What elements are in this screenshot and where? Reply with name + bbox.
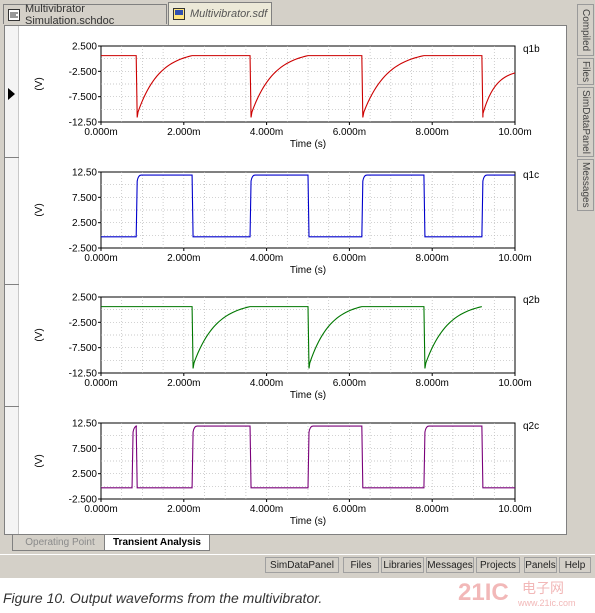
tab-sdf-label: Multivibrator.sdf xyxy=(190,8,268,20)
x-tick-label: 8.000m xyxy=(416,127,449,138)
svg-text:电子网: 电子网 xyxy=(522,581,564,597)
y-tick-label: 12.50 xyxy=(72,419,97,430)
watermark-logo: 21IC 电子网 www.21ic.com xyxy=(456,576,592,610)
series-label: q2b xyxy=(523,295,540,306)
side-tab-simdatapanel-label: SimDataPanel xyxy=(580,90,591,154)
y-tick-label: -2.500 xyxy=(69,67,98,78)
x-tick-label: 0.000m xyxy=(84,253,117,264)
y-tick-label: 7.500 xyxy=(72,193,97,204)
document-tab-bar: Multivibrator Simulation.schdoc Multivib… xyxy=(0,2,570,27)
y-tick-label: 2.500 xyxy=(72,469,97,480)
x-tick-label: 10.00m xyxy=(498,378,531,389)
x-tick-label: 0.000m xyxy=(84,127,117,138)
y-axis-unit-label: (V) xyxy=(34,77,45,90)
y-tick-label: -7.500 xyxy=(69,92,98,103)
x-tick-label: 2.000m xyxy=(167,378,200,389)
side-tab-messages-label: Messages xyxy=(580,162,591,208)
waveform-plots: 2.500-2.500-7.500-12.50(V)0.000m 2.000m 4.… xyxy=(34,42,540,528)
tab-transient-analysis-label: Transient Analysis xyxy=(113,537,201,548)
y-tick-label: -2.500 xyxy=(69,318,98,329)
x-tick-label: 10.00m xyxy=(498,253,531,264)
tab-operating-point[interactable]: Operating Point xyxy=(12,535,108,551)
series-label: q1b xyxy=(523,44,540,55)
x-tick-label: 2.000m xyxy=(167,504,200,515)
waveform-doc-icon xyxy=(173,8,185,21)
status-help-button[interactable]: Help xyxy=(559,557,591,573)
x-tick-label: 4.000m xyxy=(250,253,283,264)
x-tick-label: 8.000m xyxy=(416,253,449,264)
status-projects-label: Projects xyxy=(479,559,517,571)
y-axis-unit-label: (V) xyxy=(34,454,45,467)
side-tab-compiled[interactable]: Compiled xyxy=(577,4,594,56)
tab-operating-point-label: Operating Point xyxy=(25,537,95,548)
x-tick-label: 8.000m xyxy=(416,378,449,389)
figure-caption: Figure 10. Output waveforms from the mul… xyxy=(3,590,323,606)
application-window: Multivibrator Simulation.schdoc Multivib… xyxy=(0,0,595,578)
x-axis-label: Time (s) xyxy=(290,265,326,276)
side-tab-compiled-label: Compiled xyxy=(580,8,591,52)
analysis-tab-bar: Operating Point Transient Analysis xyxy=(4,535,567,552)
side-tab-files-label: Files xyxy=(580,60,591,83)
series-label: q1c xyxy=(523,170,539,181)
svg-text:www.21ic.com: www.21ic.com xyxy=(517,598,576,608)
svg-text:21IC: 21IC xyxy=(458,579,509,606)
x-tick-label: 2.000m xyxy=(167,127,200,138)
schematic-doc-icon xyxy=(8,8,20,21)
status-simdatapanel-label: SimDataPanel xyxy=(270,559,334,571)
status-files-button[interactable]: Files xyxy=(343,557,379,573)
y-axis-unit-label: (V) xyxy=(34,328,45,341)
x-axis-label: Time (s) xyxy=(290,139,326,150)
waveform-plot-area[interactable]: 2.500 -2.500 -7.500 -12.50 (V) 0.000m 2.000m 4.… xyxy=(4,25,567,535)
status-bar: SimDataPanel Files Libraries Messages Pr… xyxy=(0,554,595,574)
tab-schematic-label: Multivibrator Simulation.schdoc xyxy=(25,2,115,27)
x-tick-label: 6.000m xyxy=(333,253,366,264)
status-libraries-button[interactable]: Libraries xyxy=(381,557,424,573)
tab-sdf-doc[interactable]: Multivibrator.sdf xyxy=(168,2,272,25)
x-tick-label: 6.000m xyxy=(333,378,366,389)
y-tick-label: 2.500 xyxy=(72,42,97,53)
status-messages-label: Messages xyxy=(427,559,473,571)
status-projects-button[interactable]: Projects xyxy=(476,557,520,573)
status-help-label: Help xyxy=(564,559,586,571)
y-tick-label: 12.50 xyxy=(72,168,97,179)
x-tick-label: 0.000m xyxy=(84,378,117,389)
x-tick-label: 0.000m xyxy=(84,504,117,515)
x-tick-label: 6.000m xyxy=(333,504,366,515)
series-label: q2c xyxy=(523,421,539,432)
y-axis-unit-label: (V) xyxy=(34,203,45,216)
x-tick-label: 10.00m xyxy=(498,504,531,515)
tab-schematic-doc[interactable]: Multivibrator Simulation.schdoc xyxy=(3,2,167,27)
status-messages-button[interactable]: Messages xyxy=(426,557,474,573)
x-tick-label: 10.00m xyxy=(498,127,531,138)
x-tick-label: 2.000m xyxy=(167,253,200,264)
x-tick-label: 8.000m xyxy=(416,504,449,515)
status-panels-label: Panels xyxy=(525,559,556,571)
side-tab-files[interactable]: Files xyxy=(577,58,594,85)
x-tick-label: 6.000m xyxy=(333,127,366,138)
status-panels-button[interactable]: Panels xyxy=(524,557,557,573)
y-tick-label: 2.500 xyxy=(72,218,97,229)
y-tick-label: -7.500 xyxy=(69,343,98,354)
x-tick-label: 4.000m xyxy=(250,378,283,389)
status-files-label: Files xyxy=(350,559,372,571)
x-axis-label: Time (s) xyxy=(290,390,326,401)
y-tick-label: 7.500 xyxy=(72,444,97,455)
status-libraries-label: Libraries xyxy=(383,559,422,571)
x-tick-label: 4.000m xyxy=(250,504,283,515)
x-axis-label: Time (s) xyxy=(290,516,326,527)
side-tab-simdatapanel[interactable]: SimDataPanel xyxy=(577,87,594,157)
status-simdatapanel-button[interactable]: SimDataPanel xyxy=(265,557,339,573)
y-tick-label: 2.500 xyxy=(72,293,97,304)
side-tab-messages[interactable]: Messages xyxy=(577,159,594,211)
x-tick-label: 4.000m xyxy=(250,127,283,138)
tab-transient-analysis[interactable]: Transient Analysis xyxy=(104,535,210,551)
